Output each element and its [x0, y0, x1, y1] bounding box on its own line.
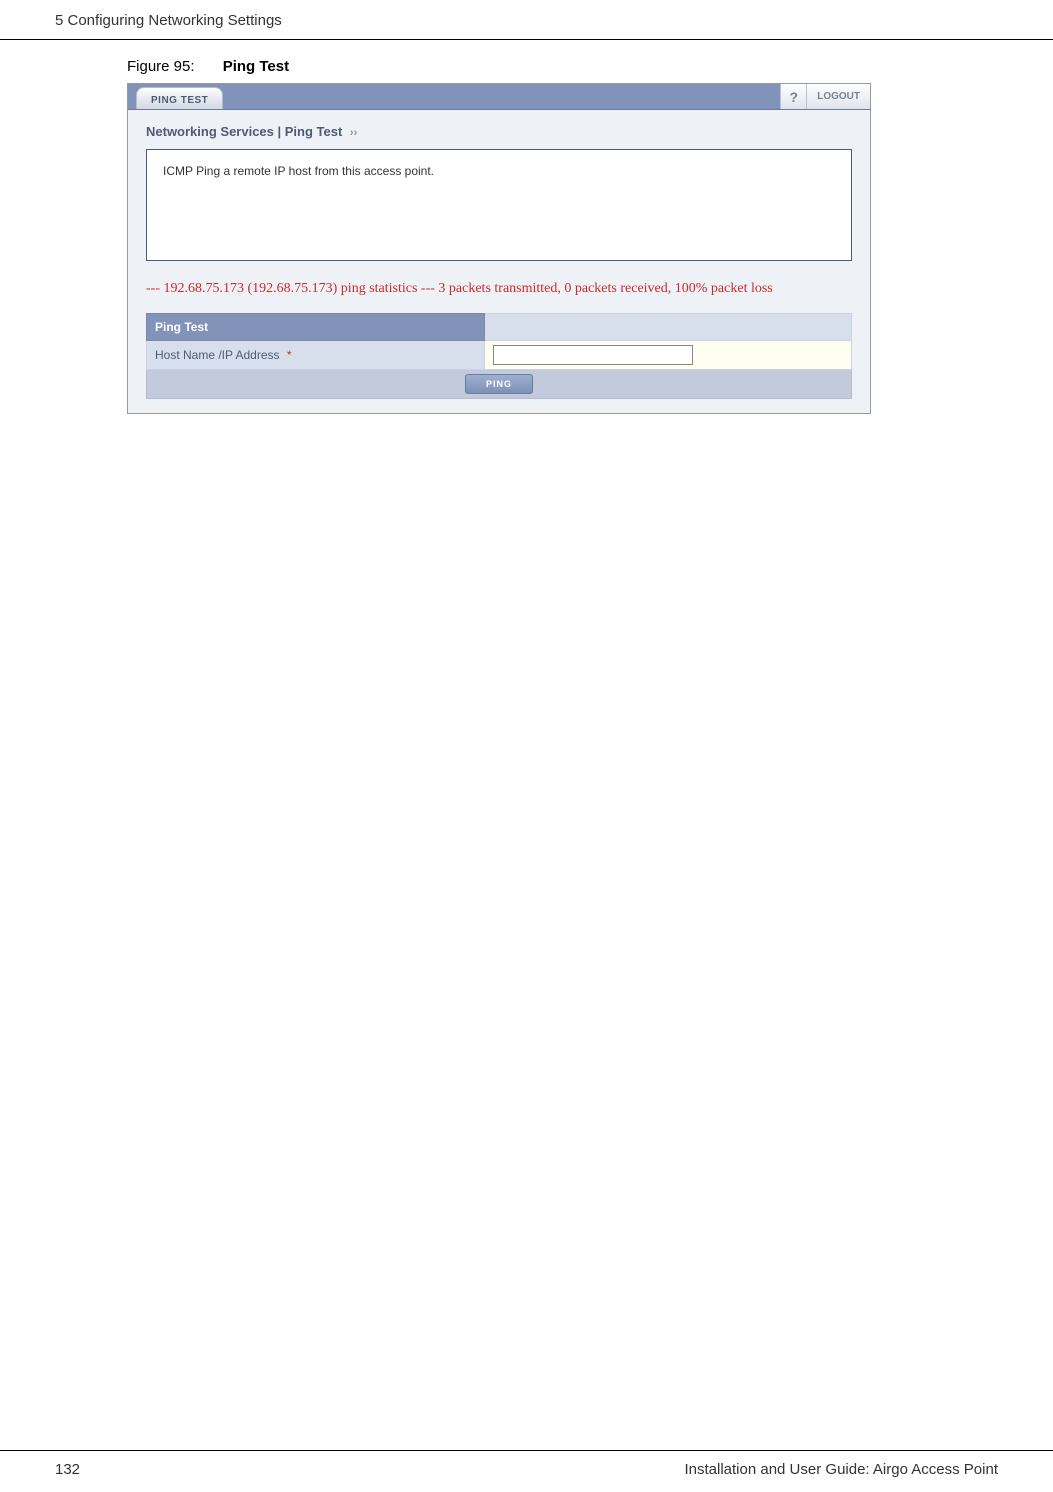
description-text: ICMP Ping a remote IP host from this acc… [163, 164, 434, 178]
description-box: ICMP Ping a remote IP host from this acc… [146, 149, 852, 261]
content-area: Networking Services | Ping Test ›› ICMP … [128, 110, 870, 413]
field-label-cell: Host Name /IP Address * [147, 341, 485, 370]
logout-label: LOGOUT [817, 91, 860, 102]
required-mark: * [287, 348, 292, 362]
button-row: PING [147, 370, 852, 399]
figure-title: Ping Test [223, 58, 289, 75]
table-header-row: Ping Test [147, 314, 852, 341]
help-button[interactable]: ? [780, 84, 806, 109]
logout-button[interactable]: LOGOUT [806, 84, 870, 109]
host-ip-input[interactable] [493, 345, 693, 365]
field-label: Host Name /IP Address [155, 348, 280, 362]
tab-label: PING TEST [151, 95, 208, 106]
table-button-row: PING [147, 370, 852, 399]
doc-title: Installation and User Guide: Airgo Acces… [684, 1461, 998, 1478]
top-bar: PING TEST ? LOGOUT [128, 84, 870, 110]
section-title: Ping Test [155, 320, 208, 334]
section-header-right [485, 314, 852, 341]
breadcrumb-arrows-icon: ›› [350, 127, 357, 139]
help-icon: ? [789, 89, 798, 105]
breadcrumb-text: Networking Services | Ping Test [146, 124, 342, 139]
spacer [223, 84, 780, 109]
figure-label: Figure 95: [127, 58, 195, 75]
page-header: 5 Configuring Networking Settings [0, 0, 1053, 40]
table-row: Host Name /IP Address * [147, 341, 852, 370]
status-message: --- 192.68.75.173 (192.68.75.173) ping s… [146, 261, 852, 313]
tab-ping-test[interactable]: PING TEST [136, 87, 223, 109]
screenshot-container: PING TEST ? LOGOUT Networking Services |… [127, 83, 871, 414]
chapter-title: 5 Configuring Networking Settings [55, 12, 282, 29]
page-footer: 132 Installation and User Guide: Airgo A… [0, 1450, 1053, 1492]
breadcrumb: Networking Services | Ping Test ›› [146, 120, 852, 149]
ping-form-table: Ping Test Host Name /IP Address * PING [146, 313, 852, 399]
figure-caption: Figure 95: Ping Test [0, 40, 1053, 83]
ping-button-label: PING [486, 379, 512, 389]
page-number: 132 [55, 1461, 80, 1478]
ping-button[interactable]: PING [465, 374, 533, 394]
section-header: Ping Test [147, 314, 485, 341]
status-text: --- 192.68.75.173 (192.68.75.173) ping s… [146, 281, 773, 296]
field-input-cell [485, 341, 852, 370]
